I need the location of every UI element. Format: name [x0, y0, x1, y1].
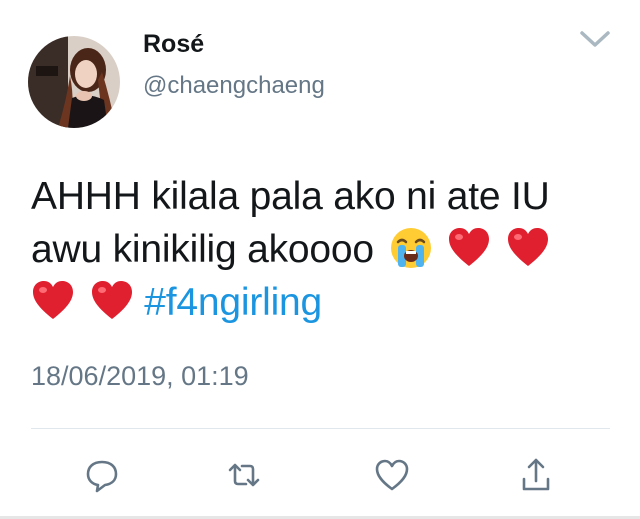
tweet-line-2: awu kinikilig akoooo — [31, 223, 611, 276]
tweet-line-2-text: awu kinikilig akoooo — [31, 228, 374, 271]
retweet-icon[interactable] — [224, 455, 264, 495]
user-handle[interactable]: @chaengchaeng — [143, 72, 325, 100]
hashtag-link[interactable]: #f4ngirling — [144, 281, 322, 324]
red-heart-emoji — [31, 279, 75, 323]
display-name[interactable]: Rosé — [143, 30, 204, 59]
tweet-timestamp[interactable]: 18/06/2019, 01:19 — [31, 361, 249, 392]
avatar[interactable] — [28, 36, 120, 128]
heart-icon[interactable] — [372, 455, 412, 495]
red-heart-emoji — [506, 226, 550, 270]
loudly-crying-face-emoji — [389, 226, 433, 270]
reply-icon[interactable] — [82, 455, 122, 495]
red-heart-emoji — [90, 279, 134, 323]
divider — [31, 428, 610, 429]
tweet-text: AHHH kilala pala ako ni ate IU awu kinik… — [31, 170, 611, 329]
share-icon[interactable] — [516, 455, 556, 495]
red-heart-emoji — [447, 226, 491, 270]
chevron-down-icon[interactable] — [578, 28, 612, 50]
tweet-line-1: AHHH kilala pala ako ni ate IU — [31, 175, 550, 218]
tweet-card: Rosé @chaengchaeng AHHH kilala pala ako … — [0, 0, 640, 519]
tweet-line-3: #f4ngirling — [31, 276, 611, 329]
